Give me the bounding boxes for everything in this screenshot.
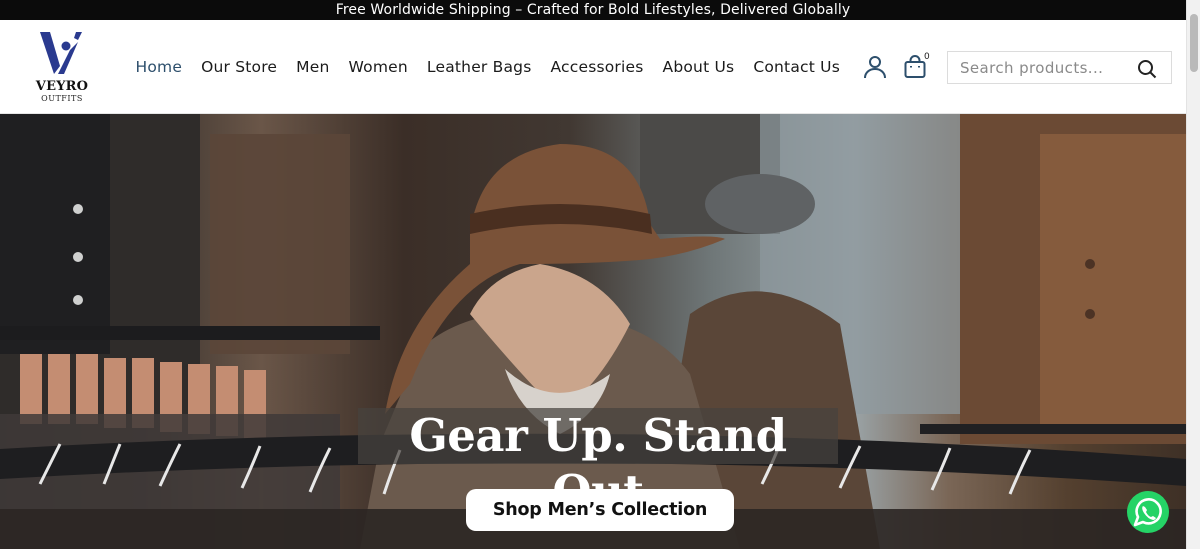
whatsapp-icon[interactable] bbox=[1125, 489, 1171, 535]
nav-item-leather-bags[interactable]: Leather Bags bbox=[417, 58, 541, 76]
hero-banner: Gear Up. Stand Out Shop Men’s Collection bbox=[0, 114, 1186, 549]
site-header: VEYRO OUTFITS Home Our Store Men Women L… bbox=[0, 20, 1186, 114]
page-scrollbar[interactable] bbox=[1186, 0, 1200, 549]
nav-item-about-us[interactable]: About Us bbox=[653, 58, 744, 76]
brand-name: VEYRO bbox=[35, 79, 89, 94]
brand-tagline: OUTFITS bbox=[41, 94, 83, 103]
shop-mens-collection-button[interactable]: Shop Men’s Collection bbox=[466, 489, 734, 531]
nav-item-accessories[interactable]: Accessories bbox=[541, 58, 653, 76]
nav-item-men[interactable]: Men bbox=[287, 58, 339, 76]
main-nav: Home Our Store Men Women Leather Bags Ac… bbox=[126, 20, 849, 114]
brand-logo-mark bbox=[40, 32, 82, 74]
search-box bbox=[947, 51, 1172, 84]
brand-logo[interactable]: VEYRO OUTFITS bbox=[30, 28, 94, 108]
nav-item-our-store[interactable]: Our Store bbox=[192, 58, 287, 76]
scrollbar-thumb[interactable] bbox=[1190, 14, 1198, 72]
nav-item-contact-us[interactable]: Contact Us bbox=[744, 58, 850, 76]
announcement-text: Free Worldwide Shipping – Crafted for Bo… bbox=[335, 2, 851, 18]
search-icon[interactable] bbox=[1137, 59, 1157, 79]
nav-item-women[interactable]: Women bbox=[339, 58, 417, 76]
nav-item-home[interactable]: Home bbox=[126, 58, 192, 76]
announcement-bar: Free Worldwide Shipping – Crafted for Bo… bbox=[0, 0, 1186, 20]
hero-headline: Gear Up. Stand Out bbox=[409, 409, 787, 518]
user-icon[interactable] bbox=[862, 54, 888, 80]
search-input[interactable] bbox=[948, 52, 1133, 83]
hero-headline-box: Gear Up. Stand Out bbox=[358, 408, 838, 518]
cart-count-badge: 0 bbox=[924, 52, 930, 62]
